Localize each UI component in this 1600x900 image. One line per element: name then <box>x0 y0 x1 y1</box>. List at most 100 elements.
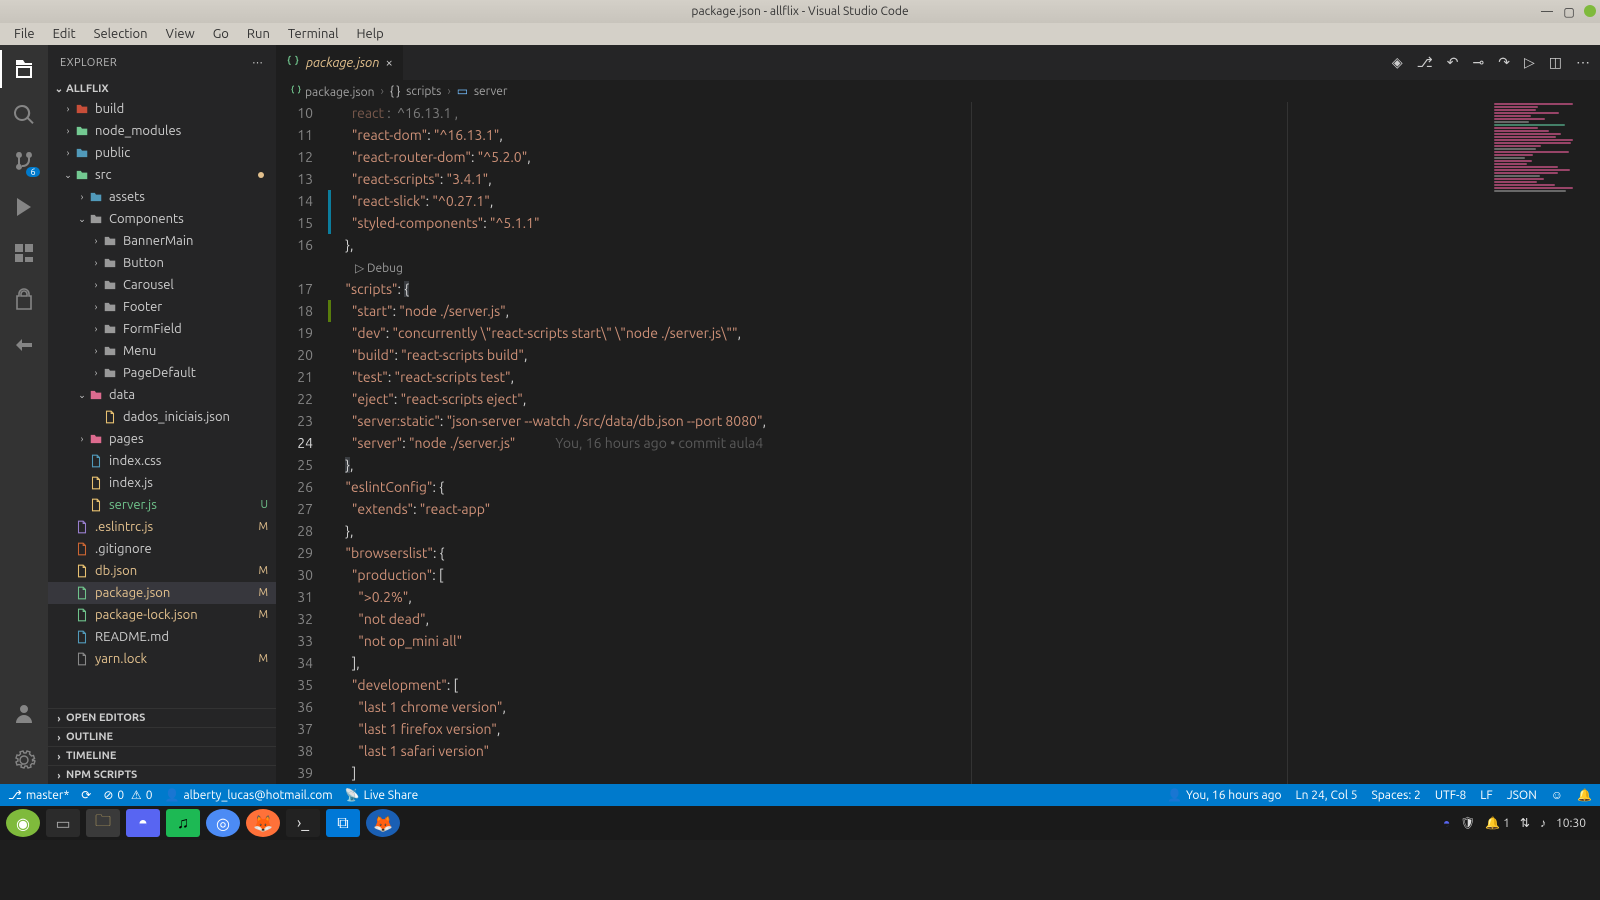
code-line[interactable]: "development": [ <box>339 674 1600 696</box>
code-line[interactable]: }, <box>339 454 1600 476</box>
menu-go[interactable]: Go <box>205 25 237 43</box>
next-change-icon[interactable]: ↷ <box>1498 54 1510 71</box>
code-line[interactable]: "server": "node ./server.js"You, 16 hour… <box>339 432 1600 454</box>
gitlens-icon[interactable] <box>10 331 38 359</box>
firefox-dev-icon[interactable]: 🦊 <box>366 809 400 837</box>
tray-notification-icon[interactable]: 🔔 1 <box>1485 816 1509 830</box>
chromium-icon[interactable]: ◎ <box>206 809 240 837</box>
problems-indicator[interactable]: ⊘ 0 ⚠ 0 <box>103 788 152 802</box>
eol-indicator[interactable]: LF <box>1480 789 1492 802</box>
code-line[interactable]: ] <box>339 762 1600 784</box>
tree-item-index-js[interactable]: index.js <box>48 472 276 494</box>
code-editor[interactable]: 1011121314151617181920212223242526272829… <box>276 102 1600 784</box>
tree-item-menu[interactable]: ›Menu <box>48 340 276 362</box>
accounts-icon[interactable] <box>10 700 38 728</box>
tab-package-json[interactable]: package.json × <box>276 45 404 80</box>
tree-item-button[interactable]: ›Button <box>48 252 276 274</box>
settings-gear-icon[interactable] <box>10 746 38 774</box>
menu-selection[interactable]: Selection <box>86 25 156 43</box>
code-line[interactable]: "react-router-dom": "^5.2.0", <box>339 146 1600 168</box>
tree-item-index-css[interactable]: index.css <box>48 450 276 472</box>
tray-shield-icon[interactable]: 🛡 <box>1460 816 1475 830</box>
explorer-icon[interactable] <box>10 55 38 83</box>
minimap[interactable] <box>1490 102 1600 784</box>
code-line[interactable]: ">0.2%", <box>339 586 1600 608</box>
tab-close-icon[interactable]: × <box>385 56 392 70</box>
sidebar-section-npm-scripts[interactable]: ›NPM SCRIPTS <box>48 765 276 784</box>
revision-nav-icon[interactable]: ⊸ <box>1473 54 1485 71</box>
tree-item-yarn-lock[interactable]: yarn.lockM <box>48 648 276 670</box>
tree-item-public[interactable]: ›public <box>48 142 276 164</box>
tree-item-formfield[interactable]: ›FormField <box>48 318 276 340</box>
tree-item-build[interactable]: ›build <box>48 98 276 120</box>
spotify-icon[interactable]: ♫ <box>166 809 200 837</box>
indentation-indicator[interactable]: Spaces: 2 <box>1372 789 1421 802</box>
sidebar-more-icon[interactable]: ⋯ <box>252 56 264 69</box>
code-line[interactable]: "react-slick": "^0.27.1", <box>339 190 1600 212</box>
liveshare-icon[interactable] <box>10 285 38 313</box>
breadcrumb[interactable]: package.json›{ } scripts›▭ server <box>276 80 1600 102</box>
branch-indicator[interactable]: ⎇ master* <box>8 788 69 802</box>
menu-run[interactable]: Run <box>239 25 278 43</box>
menu-view[interactable]: View <box>158 25 203 43</box>
extensions-icon[interactable] <box>10 239 38 267</box>
code-line[interactable]: "test": "react-scripts test", <box>339 366 1600 388</box>
tree-item--gitignore[interactable]: .gitignore <box>48 538 276 560</box>
sidebar-section-open-editors[interactable]: ›OPEN EDITORS <box>48 708 276 727</box>
tree-item-assets[interactable]: ›assets <box>48 186 276 208</box>
menu-help[interactable]: Help <box>348 25 391 43</box>
sidebar-root-toggle[interactable]: ⌄ALLFLIX <box>48 80 276 98</box>
code-content[interactable]: react : ^16.13.1 , "react-dom": "^16.13.… <box>331 102 1600 784</box>
tray-discord-icon[interactable]: ◓ <box>1443 816 1450 830</box>
file-manager-icon[interactable]: 🗀 <box>86 809 120 837</box>
start-menu-icon[interactable]: ◉ <box>6 809 40 837</box>
code-line[interactable]: "last 1 safari version" <box>339 740 1600 762</box>
code-line[interactable]: "dev": "concurrently \"react-scripts sta… <box>339 322 1600 344</box>
discord-icon[interactable]: ◓ <box>126 809 160 837</box>
code-line[interactable]: "production": [ <box>339 564 1600 586</box>
tree-item-package-lock-json[interactable]: package-lock.jsonM <box>48 604 276 626</box>
sidebar-section-timeline[interactable]: ›TIMELINE <box>48 746 276 765</box>
prev-change-icon[interactable]: ↶ <box>1447 54 1459 71</box>
window-close-button[interactable] <box>1584 5 1596 17</box>
breadcrumb-server[interactable]: ▭ server <box>457 84 508 98</box>
search-icon[interactable] <box>10 101 38 129</box>
show-desktop-icon[interactable]: ▭ <box>46 809 80 837</box>
feedback-icon[interactable]: ☺ <box>1551 788 1563 802</box>
tree-item-pagedefault[interactable]: ›PageDefault <box>48 362 276 384</box>
language-indicator[interactable]: JSON <box>1507 789 1537 802</box>
blame-indicator[interactable]: 👤 You, 16 hours ago <box>1167 788 1282 802</box>
code-line[interactable]: "eslintConfig": { <box>339 476 1600 498</box>
cursor-position[interactable]: Ln 24, Col 5 <box>1296 789 1358 802</box>
code-line[interactable]: "last 1 firefox version", <box>339 718 1600 740</box>
account-indicator[interactable]: 👤 alberty_lucas@hotmail.com <box>164 788 332 802</box>
tray-clock[interactable]: 10:30 <box>1556 817 1586 830</box>
code-line[interactable]: "browserslist": { <box>339 542 1600 564</box>
code-line[interactable]: "not dead", <box>339 608 1600 630</box>
tree-item-carousel[interactable]: ›Carousel <box>48 274 276 296</box>
code-line[interactable]: "build": "react-scripts build", <box>339 344 1600 366</box>
notifications-icon[interactable]: 🔔 <box>1577 788 1592 802</box>
tree-item-pages[interactable]: ›pages <box>48 428 276 450</box>
editor-more-icon[interactable]: ⋯ <box>1576 54 1590 71</box>
tree-item-data[interactable]: ⌄data <box>48 384 276 406</box>
tree-item-node-modules[interactable]: ›node_modules <box>48 120 276 142</box>
sidebar-section-outline[interactable]: ›OUTLINE <box>48 727 276 746</box>
code-line[interactable]: "extends": "react-app" <box>339 498 1600 520</box>
tree-item--eslintrc-js[interactable]: .eslintrc.jsM <box>48 516 276 538</box>
terminal-icon[interactable]: ›_ <box>286 809 320 837</box>
code-line[interactable]: "scripts": { <box>339 278 1600 300</box>
code-line[interactable]: react : ^16.13.1 , <box>339 102 1600 124</box>
tree-item-server-js[interactable]: server.jsU <box>48 494 276 516</box>
split-editor-icon[interactable]: ◫ <box>1549 54 1562 71</box>
code-line[interactable]: "eject": "react-scripts eject", <box>339 388 1600 410</box>
open-changes-icon[interactable]: ⎇ <box>1417 54 1433 71</box>
code-line[interactable]: ▷ Debug <box>339 256 1600 278</box>
source-control-icon[interactable]: 6 <box>10 147 38 175</box>
code-line[interactable]: "server:static": "json-server --watch ./… <box>339 410 1600 432</box>
window-minimize-button[interactable]: — <box>1540 5 1554 19</box>
firefox-icon[interactable]: 🦊 <box>246 809 280 837</box>
tree-item-components[interactable]: ⌄Components <box>48 208 276 230</box>
run-debug-icon[interactable] <box>10 193 38 221</box>
code-line[interactable]: "styled-components": "^5.1.1" <box>339 212 1600 234</box>
